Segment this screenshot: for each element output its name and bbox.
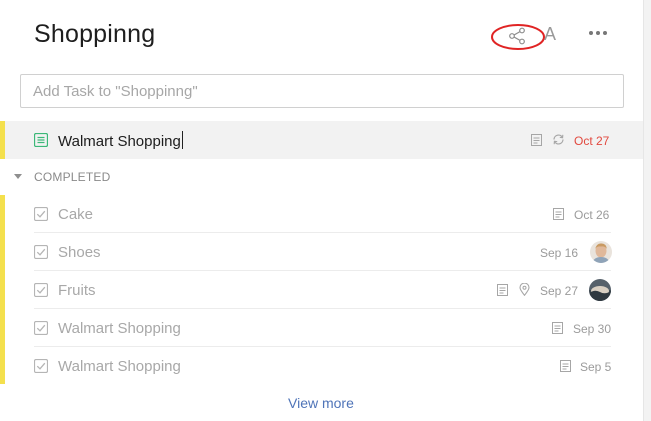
checked-box-icon[interactable] [34, 283, 48, 297]
completed-label: COMPLETED [34, 170, 111, 184]
completed-task-row[interactable]: Walmart Shopping Sep 5 [0, 347, 643, 385]
note-icon [531, 134, 542, 146]
due-date: Sep 27 [540, 284, 579, 298]
add-task-input[interactable] [20, 74, 624, 108]
task-row-active[interactable]: Walmart Shopping Oct 27 [0, 121, 643, 159]
completed-task-row[interactable]: Shoes Sep 16 [0, 233, 643, 271]
view-more-link[interactable]: View more [288, 395, 354, 411]
due-date: Sep 5 [580, 360, 612, 374]
more-dot [603, 31, 607, 35]
share-icon [509, 27, 525, 45]
active-task-title-wrap[interactable]: Walmart Shopping [58, 131, 183, 150]
task-title: Cake [58, 206, 94, 223]
assignee-avatar[interactable] [590, 241, 612, 263]
avatar-image [589, 279, 611, 301]
due-date: Oct 26 [574, 208, 610, 222]
task-title: Walmart Shopping [58, 358, 181, 375]
note-icon [497, 284, 508, 296]
due-date: Sep 30 [573, 322, 612, 336]
active-task-title[interactable]: Walmart Shopping [58, 133, 181, 150]
location-icon [519, 283, 530, 296]
more-dot [596, 31, 600, 35]
more-menu-button[interactable] [589, 28, 611, 38]
window-edge [643, 0, 651, 421]
completed-task-row[interactable]: Walmart Shopping Sep 30 [0, 309, 643, 347]
sort-button[interactable]: A [544, 24, 557, 45]
chevron-down-icon [14, 174, 22, 179]
completed-task-row[interactable]: Cake Oct 26 [0, 195, 643, 233]
note-icon [553, 208, 564, 220]
task-title: Fruits [58, 282, 96, 299]
note-icon [560, 360, 571, 372]
completed-task-row[interactable]: Fruits Sep 27 [0, 271, 643, 309]
task-list-icon[interactable] [34, 133, 48, 147]
task-title: Walmart Shopping [58, 320, 181, 337]
task-title: Shoes [58, 244, 101, 261]
more-dot [589, 31, 593, 35]
list-title: Shoppinng [34, 20, 156, 48]
share-button[interactable] [491, 22, 545, 50]
due-date[interactable]: Oct 27 [574, 134, 609, 148]
checked-box-icon[interactable] [34, 359, 48, 373]
checked-box-icon[interactable] [34, 207, 48, 221]
due-date: Sep 16 [540, 246, 579, 260]
assignee-avatar[interactable] [589, 279, 611, 301]
checked-box-icon[interactable] [34, 321, 48, 335]
repeat-icon [553, 134, 564, 145]
note-icon [552, 322, 563, 334]
text-caret [181, 131, 183, 149]
checked-box-icon[interactable] [34, 245, 48, 259]
avatar-image [590, 241, 612, 263]
priority-stripe [0, 121, 5, 159]
